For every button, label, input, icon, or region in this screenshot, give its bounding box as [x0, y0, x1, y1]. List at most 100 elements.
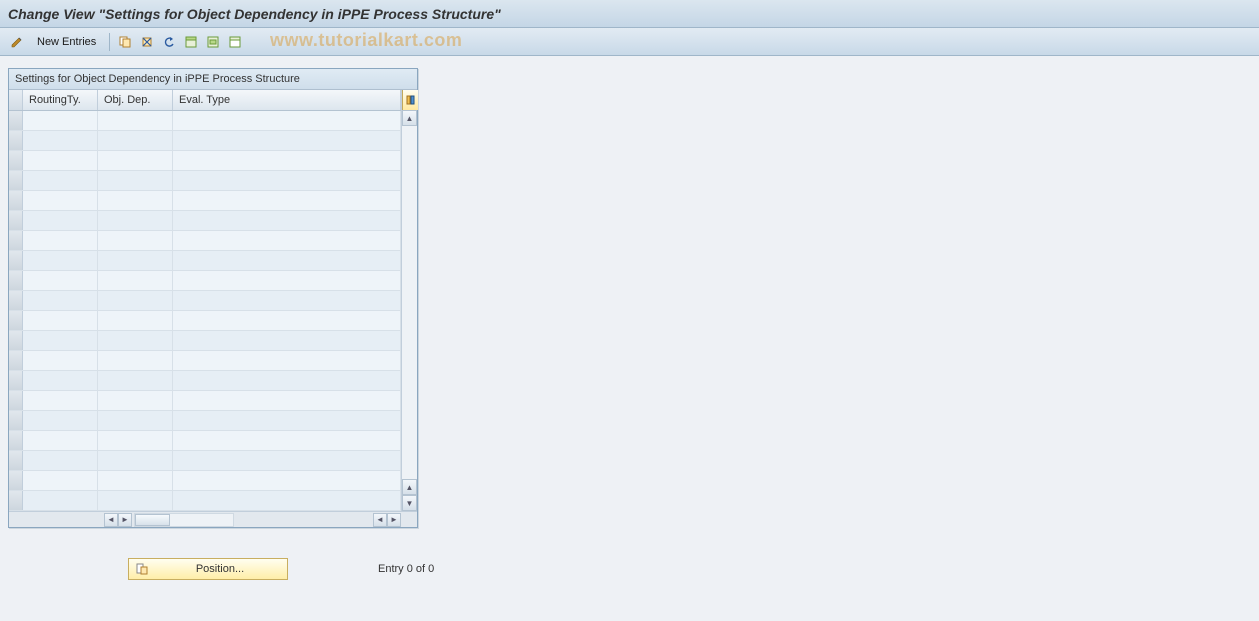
deselect-all-icon[interactable] [226, 33, 244, 51]
table-row[interactable] [9, 231, 401, 251]
cell-routing[interactable] [23, 131, 98, 150]
table-row[interactable] [9, 491, 401, 511]
cell-objdep[interactable] [98, 491, 173, 510]
table-row[interactable] [9, 171, 401, 191]
vertical-scroll-track[interactable] [402, 126, 417, 479]
row-selector[interactable] [9, 331, 23, 350]
row-selector[interactable] [9, 351, 23, 370]
row-selector[interactable] [9, 431, 23, 450]
horizontal-scroll-thumb[interactable] [135, 514, 170, 526]
cell-eval[interactable] [173, 451, 401, 470]
cell-eval[interactable] [173, 491, 401, 510]
column-header-routing[interactable]: RoutingTy. [23, 90, 98, 110]
row-selector[interactable] [9, 471, 23, 490]
cell-eval[interactable] [173, 391, 401, 410]
cell-eval[interactable] [173, 331, 401, 350]
scroll-left-icon[interactable]: ◄ [104, 513, 118, 527]
horizontal-scrollbar[interactable]: ◄ ► ◄ ► [9, 511, 417, 527]
row-selector[interactable] [9, 111, 23, 130]
toggle-display-change-icon[interactable] [8, 33, 26, 51]
position-button[interactable]: Position... [128, 558, 288, 580]
cell-eval[interactable] [173, 251, 401, 270]
row-selector[interactable] [9, 371, 23, 390]
cell-objdep[interactable] [98, 351, 173, 370]
row-selector[interactable] [9, 171, 23, 190]
row-selector[interactable] [9, 491, 23, 510]
table-settings-icon[interactable] [402, 90, 418, 110]
cell-routing[interactable] [23, 471, 98, 490]
column-header-eval[interactable]: Eval. Type [173, 90, 401, 110]
cell-routing[interactable] [23, 191, 98, 210]
scroll-up-icon[interactable]: ▲ [402, 110, 417, 126]
table-row[interactable] [9, 111, 401, 131]
row-selector[interactable] [9, 191, 23, 210]
scroll-bottom-icon[interactable]: ▼ [402, 495, 417, 511]
cell-routing[interactable] [23, 171, 98, 190]
cell-objdep[interactable] [98, 391, 173, 410]
cell-objdep[interactable] [98, 251, 173, 270]
column-header-objdep[interactable]: Obj. Dep. [98, 90, 173, 110]
cell-routing[interactable] [23, 211, 98, 230]
row-selector[interactable] [9, 311, 23, 330]
cell-routing[interactable] [23, 291, 98, 310]
row-selector[interactable] [9, 391, 23, 410]
table-row[interactable] [9, 351, 401, 371]
cell-routing[interactable] [23, 371, 98, 390]
table-row[interactable] [9, 451, 401, 471]
cell-eval[interactable] [173, 151, 401, 170]
row-selector[interactable] [9, 231, 23, 250]
row-selector[interactable] [9, 151, 23, 170]
table-row[interactable] [9, 371, 401, 391]
new-entries-button[interactable]: New Entries [30, 33, 103, 51]
cell-eval[interactable] [173, 311, 401, 330]
cell-eval[interactable] [173, 131, 401, 150]
cell-routing[interactable] [23, 411, 98, 430]
cell-objdep[interactable] [98, 131, 173, 150]
table-row[interactable] [9, 471, 401, 491]
cell-eval[interactable] [173, 411, 401, 430]
table-row[interactable] [9, 151, 401, 171]
cell-eval[interactable] [173, 111, 401, 130]
delete-icon[interactable] [138, 33, 156, 51]
cell-objdep[interactable] [98, 311, 173, 330]
table-row[interactable] [9, 411, 401, 431]
cell-routing[interactable] [23, 251, 98, 270]
row-selector[interactable] [9, 271, 23, 290]
scroll-left-end-icon[interactable]: ◄ [373, 513, 387, 527]
table-row[interactable] [9, 311, 401, 331]
horizontal-scroll-track[interactable] [134, 513, 234, 527]
cell-eval[interactable] [173, 291, 401, 310]
cell-eval[interactable] [173, 211, 401, 230]
cell-routing[interactable] [23, 391, 98, 410]
cell-objdep[interactable] [98, 231, 173, 250]
scroll-right-icon[interactable]: ► [387, 513, 401, 527]
table-row[interactable] [9, 391, 401, 411]
cell-objdep[interactable] [98, 151, 173, 170]
table-row[interactable] [9, 211, 401, 231]
cell-routing[interactable] [23, 311, 98, 330]
cell-routing[interactable] [23, 111, 98, 130]
cell-objdep[interactable] [98, 171, 173, 190]
cell-eval[interactable] [173, 231, 401, 250]
select-all-icon[interactable] [182, 33, 200, 51]
cell-objdep[interactable] [98, 411, 173, 430]
cell-routing[interactable] [23, 351, 98, 370]
table-row[interactable] [9, 291, 401, 311]
row-selector[interactable] [9, 211, 23, 230]
table-row[interactable] [9, 271, 401, 291]
row-selector[interactable] [9, 411, 23, 430]
table-row[interactable] [9, 431, 401, 451]
cell-objdep[interactable] [98, 211, 173, 230]
cell-routing[interactable] [23, 231, 98, 250]
cell-objdep[interactable] [98, 451, 173, 470]
cell-routing[interactable] [23, 151, 98, 170]
cell-routing[interactable] [23, 431, 98, 450]
cell-eval[interactable] [173, 431, 401, 450]
cell-objdep[interactable] [98, 111, 173, 130]
cell-objdep[interactable] [98, 471, 173, 490]
table-row[interactable] [9, 191, 401, 211]
table-row[interactable] [9, 251, 401, 271]
cell-objdep[interactable] [98, 371, 173, 390]
undo-icon[interactable] [160, 33, 178, 51]
cell-routing[interactable] [23, 331, 98, 350]
